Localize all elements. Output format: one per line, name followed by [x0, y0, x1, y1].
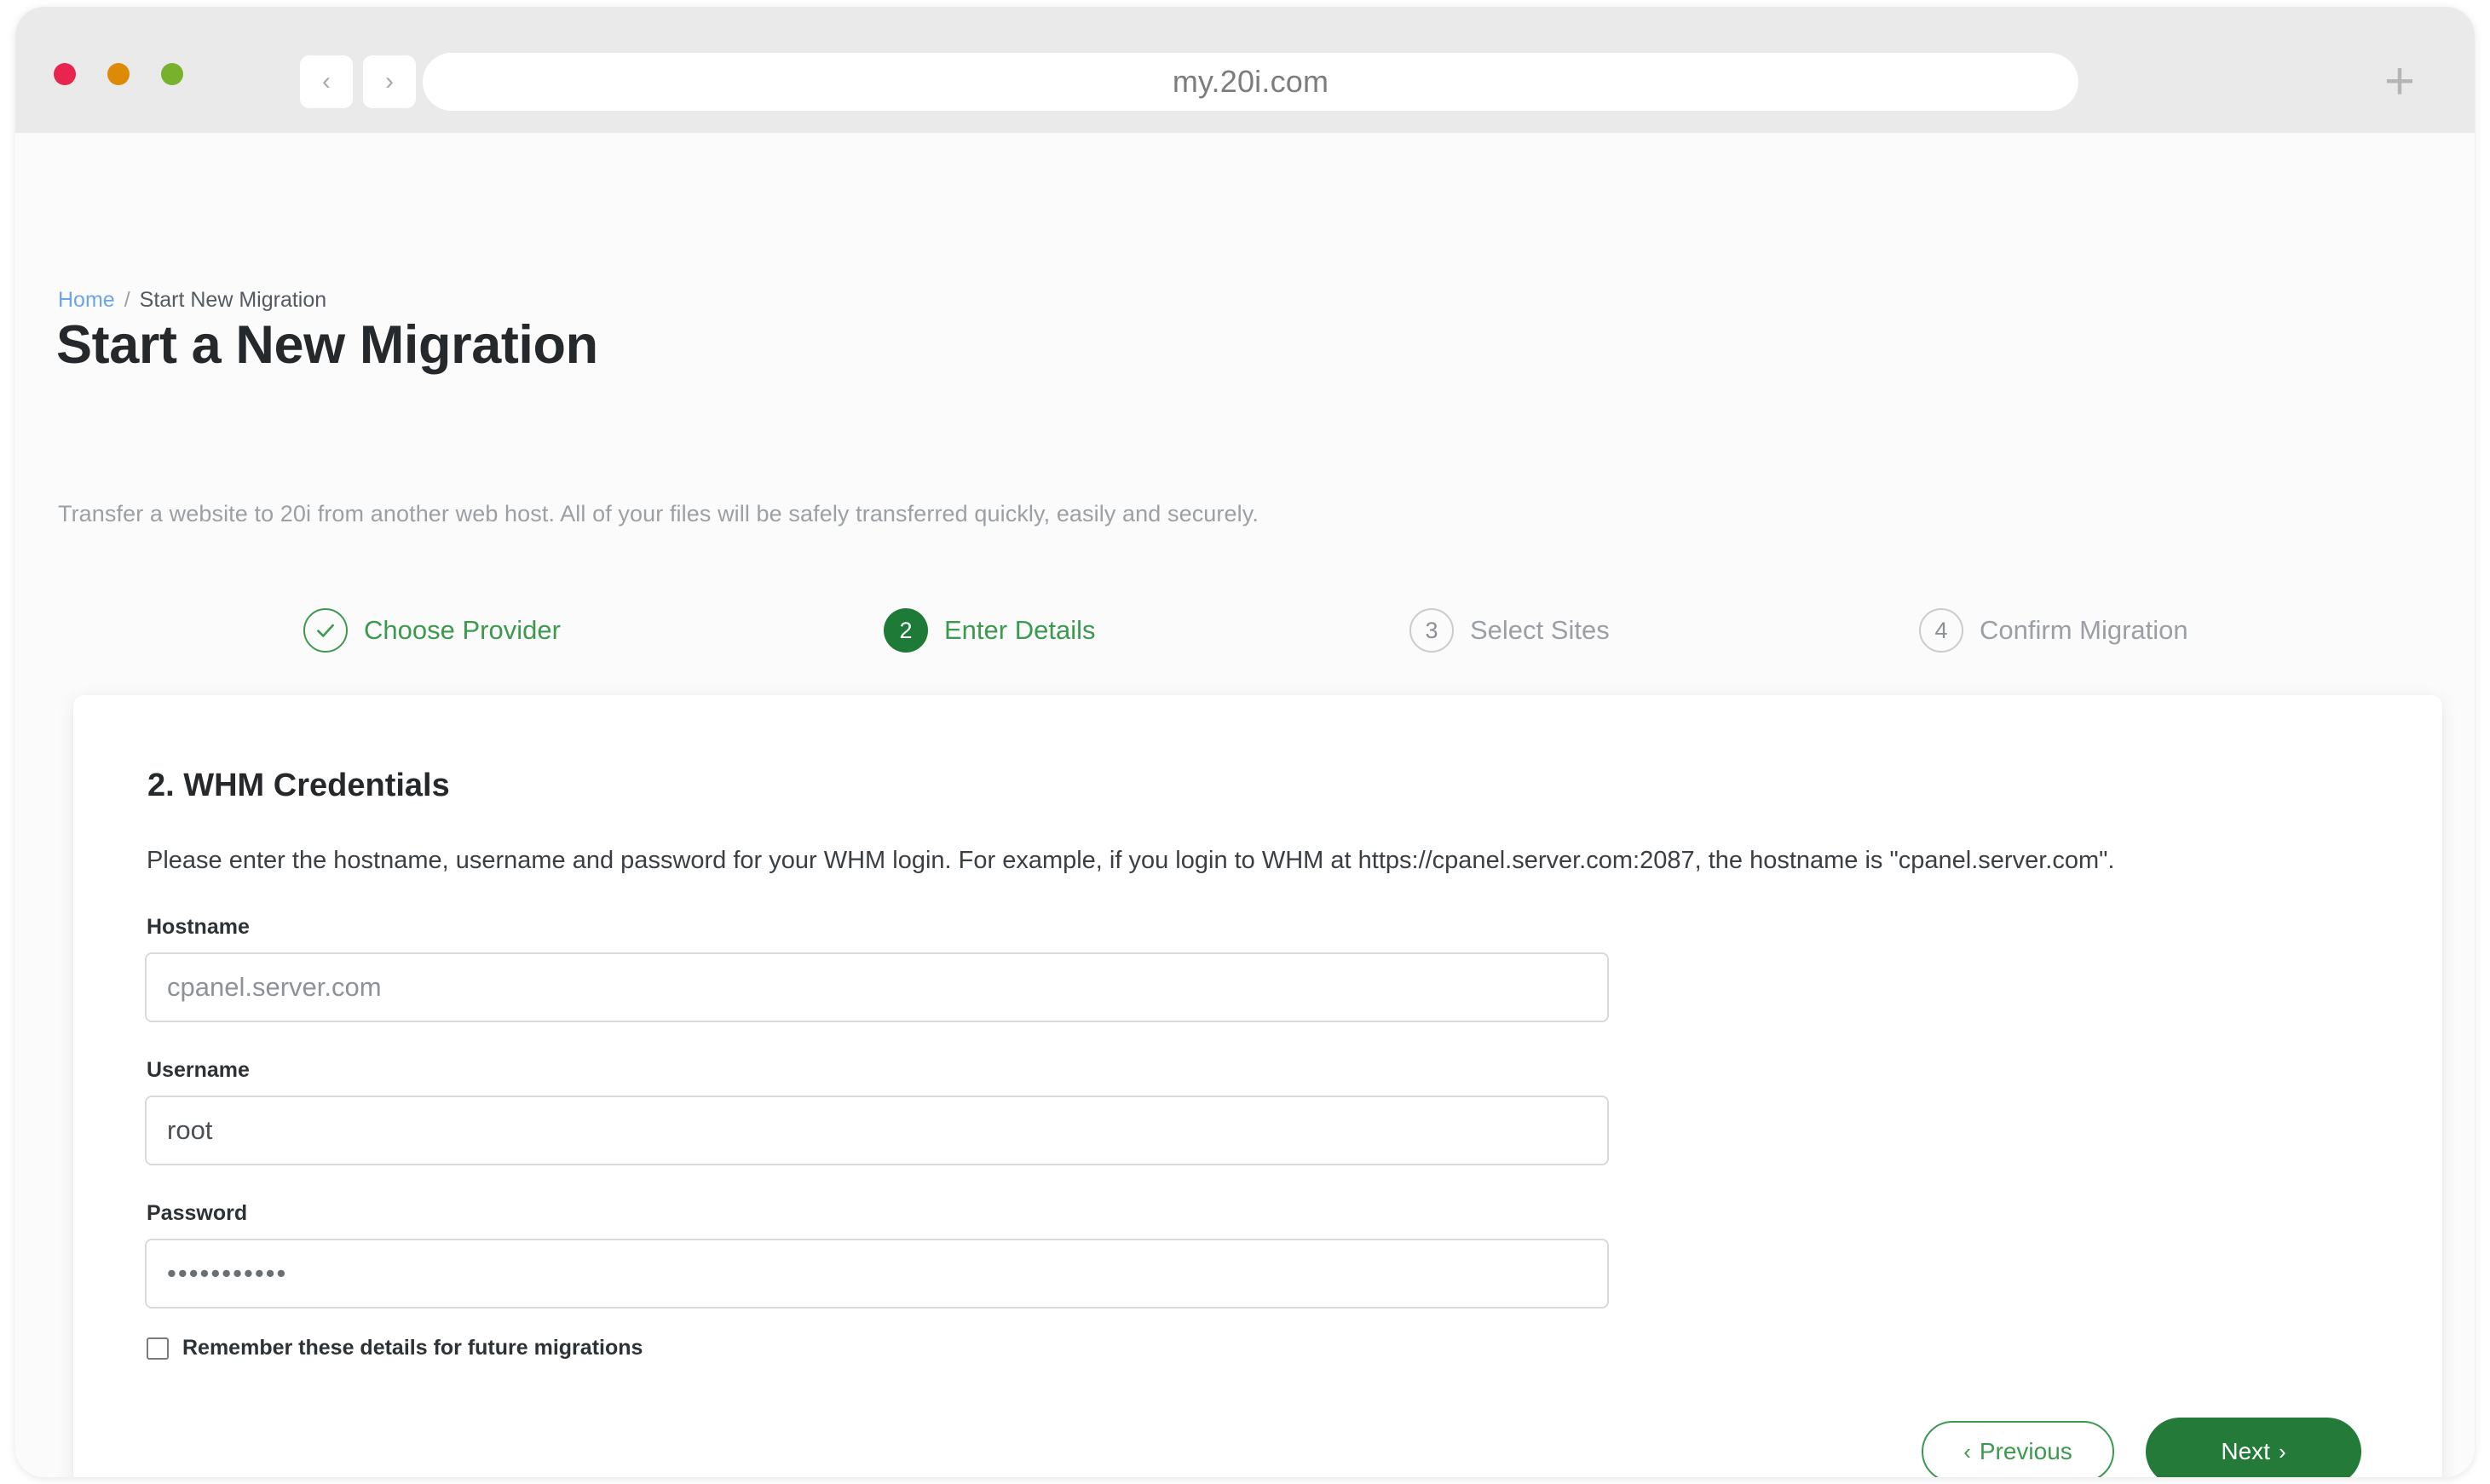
back-button[interactable]: ‹ — [300, 55, 353, 108]
breadcrumb-separator: / — [124, 288, 130, 312]
next-button-label: Next — [2221, 1438, 2270, 1464]
window-controls — [54, 63, 183, 85]
step-choose-provider[interactable]: Choose Provider — [303, 608, 561, 653]
step-select-sites[interactable]: 3 Select Sites — [1409, 608, 1610, 653]
step-number-2: 2 — [884, 608, 928, 653]
step-number-3: 3 — [1409, 608, 1454, 653]
chevron-left-icon: ‹ — [322, 67, 331, 95]
hostname-label: Hostname — [147, 915, 250, 939]
card-title: 2. WHM Credentials — [147, 768, 450, 803]
remember-details-label: Remember these details for future migrat… — [182, 1336, 643, 1360]
plus-icon: + — [2383, 52, 2416, 111]
browser-nav-buttons: ‹ › — [300, 55, 416, 108]
page-content: Home / Start New Migration Start a New M… — [15, 133, 2475, 1477]
previous-button-label: Previous — [1979, 1438, 2072, 1464]
password-label: Password — [147, 1201, 248, 1225]
minimize-window-button[interactable] — [107, 63, 130, 85]
breadcrumb-home-link[interactable]: Home — [58, 288, 115, 313]
step-label-2: Enter Details — [944, 615, 1096, 645]
remember-details-checkbox[interactable] — [147, 1337, 169, 1360]
chevron-left-icon: ‹ — [1963, 1439, 1971, 1464]
address-bar[interactable]: my.20i.com — [423, 53, 2078, 111]
next-button[interactable]: Next › — [2146, 1418, 2361, 1477]
zoom-window-button[interactable] — [161, 63, 183, 85]
url-text: my.20i.com — [1172, 64, 1329, 99]
step-label-1: Choose Provider — [364, 615, 561, 645]
username-input[interactable]: root — [145, 1096, 1609, 1165]
browser-window: ‹ › my.20i.com + Home / Start New Migrat… — [15, 7, 2475, 1477]
step-indicator: Choose Provider 2 Enter Details 3 Select… — [15, 608, 2475, 659]
breadcrumb-current: Start New Migration — [139, 288, 327, 312]
close-window-button[interactable] — [54, 63, 76, 85]
page-subtitle: Transfer a website to 20i from another w… — [58, 501, 1259, 526]
password-input-text: ••••••••••• — [167, 1258, 288, 1288]
username-label: Username — [147, 1058, 250, 1082]
chevron-right-icon: › — [385, 67, 394, 95]
page-title: Start a New Migration — [56, 315, 598, 375]
step-confirm-migration[interactable]: 4 Confirm Migration — [1919, 608, 2188, 653]
forward-button[interactable]: › — [363, 55, 416, 108]
card-description: Please enter the hostname, username and … — [147, 847, 2115, 874]
hostname-input[interactable]: cpanel.server.com — [145, 952, 1609, 1022]
username-input-text: root — [167, 1115, 213, 1145]
new-tab-button[interactable]: + — [2374, 52, 2425, 111]
chevron-right-icon: › — [2278, 1439, 2286, 1464]
previous-button[interactable]: ‹ Previous — [1922, 1421, 2114, 1477]
step-label-3: Select Sites — [1470, 615, 1610, 645]
hostname-input-text: cpanel.server.com — [167, 972, 382, 1002]
step-number-4: 4 — [1919, 608, 1963, 653]
step-label-4: Confirm Migration — [1980, 615, 2188, 645]
check-icon — [303, 608, 348, 653]
step-enter-details[interactable]: 2 Enter Details — [884, 608, 1095, 653]
password-input[interactable]: ••••••••••• — [145, 1239, 1609, 1309]
breadcrumb: Home / Start New Migration — [58, 288, 326, 313]
remember-details-row[interactable]: Remember these details for future migrat… — [147, 1336, 643, 1360]
browser-titlebar: ‹ › my.20i.com + — [15, 7, 2475, 133]
